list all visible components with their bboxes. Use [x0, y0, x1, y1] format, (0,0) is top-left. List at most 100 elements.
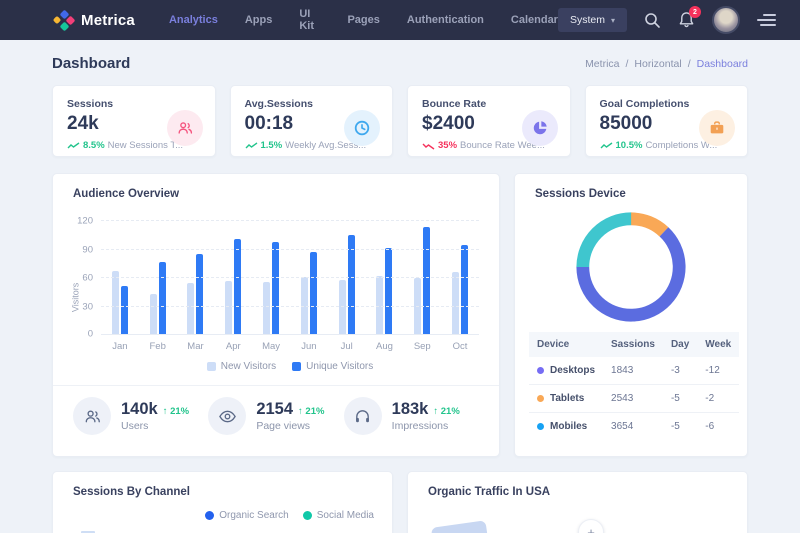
bar-group-feb	[139, 262, 177, 334]
bar-group-jul	[328, 235, 366, 334]
trend-up-icon	[600, 142, 613, 150]
stat-card-bounce-rate: Bounce Rate $2400 35% Bounce Rate Wee...	[407, 85, 571, 157]
bar-new-visitors	[339, 280, 346, 334]
chevron-down-icon: ▾	[611, 16, 615, 25]
device-week: -2	[697, 385, 739, 413]
bar-new-visitors	[263, 282, 270, 334]
table-row: Desktops 1843 -3 -12	[529, 357, 739, 385]
legend-new-visitors[interactable]: New Visitors	[207, 361, 276, 372]
brand-logo[interactable]: Metrica	[54, 10, 135, 30]
legend-unique-visitors[interactable]: Unique Visitors	[292, 361, 373, 372]
y-axis-tick: 30	[82, 301, 93, 312]
nav-item-analytics[interactable]: Analytics	[169, 14, 218, 26]
menu-toggle-button[interactable]	[757, 14, 776, 26]
device-day: -3	[663, 357, 697, 385]
breadcrumb-metrica[interactable]: Metrica	[585, 58, 619, 70]
device-week: -12	[697, 357, 739, 385]
usa-map-fragment	[431, 520, 488, 533]
stat-page-views: 2154↑ 21% Page views	[208, 397, 343, 435]
x-axis-tick: May	[252, 341, 290, 352]
desktops-dot-icon	[537, 367, 544, 374]
bar-unique-visitors	[121, 286, 128, 334]
pie-chart-icon	[522, 110, 558, 146]
user-avatar[interactable]	[712, 6, 740, 34]
x-axis-tick: Oct	[441, 341, 479, 352]
legend-label: Social Media	[317, 510, 374, 521]
map-zoom-in-button[interactable]: +	[578, 519, 604, 533]
legend-swatch-icon	[292, 362, 301, 371]
stat-card-goal-completions: Goal Completions 85000 10.5% Completions…	[585, 85, 749, 157]
y-axis-tick: 90	[82, 244, 93, 255]
legend-social-media[interactable]: Social Media	[303, 510, 374, 521]
stat-users: 140k↑ 21% Users	[73, 397, 208, 435]
table-row: Tablets 2543 -5 -2	[529, 385, 739, 413]
breadcrumb-separator: /	[626, 58, 629, 70]
trend-percent: 10.5%	[616, 140, 643, 151]
trend-down-icon	[422, 142, 435, 150]
trend-text: New Sessions T...	[108, 140, 183, 151]
trend-percent: 8.5%	[83, 140, 105, 151]
device-week: -6	[697, 413, 739, 441]
stat-impressions: 183k↑ 21% Impressions	[344, 397, 479, 435]
search-button[interactable]	[644, 12, 661, 29]
system-dropdown[interactable]: System ▾	[558, 8, 627, 32]
legend-dot-icon	[205, 511, 214, 520]
device-name: Desktops	[550, 365, 595, 376]
audience-overview-card: Audience Overview Visitors 1209060300 Ja…	[52, 173, 500, 457]
nav-item-authentication[interactable]: Authentication	[407, 14, 484, 26]
stat-title: Sessions	[67, 98, 201, 110]
page-content: Sessions 24k 8.5% New Sessions T... Avg.…	[0, 85, 800, 533]
metrica-logo-icon	[54, 10, 74, 30]
x-axis-tick: Jun	[290, 341, 328, 352]
audience-bar-chart: Visitors 1209060300 JanFebMarAprMayJunJu…	[101, 220, 479, 372]
stat-card-avg-sessions: Avg.Sessions 00:18 1.5% Weekly Avg.Sess.…	[230, 85, 394, 157]
nav-item-pages[interactable]: Pages	[347, 14, 379, 26]
bar-group-jun	[290, 252, 328, 334]
breadcrumb-separator: /	[688, 58, 691, 70]
nav-item-ui-kit[interactable]: UI Kit	[299, 8, 320, 32]
eye-icon	[208, 397, 246, 435]
col-device: Device	[529, 332, 603, 357]
bar-new-visitors	[452, 272, 459, 334]
breadcrumb-horizontal[interactable]: Horizontal	[634, 58, 681, 70]
bar-new-visitors	[225, 281, 232, 334]
legend-organic-search[interactable]: Organic Search	[205, 510, 288, 521]
headset-icon	[344, 397, 382, 435]
clock-icon	[344, 110, 380, 146]
bar-unique-visitors	[385, 248, 392, 334]
bar-group-mar	[177, 254, 215, 335]
bar-unique-visitors	[423, 227, 430, 334]
y-axis-tick: 0	[88, 329, 93, 340]
bar-unique-visitors	[272, 242, 279, 334]
breadcrumb-dashboard: Dashboard	[697, 58, 748, 70]
device-day: -5	[663, 385, 697, 413]
stat-delta: ↑ 21%	[298, 406, 324, 417]
nav-item-calendar[interactable]: Calendar	[511, 14, 558, 26]
col-sessions: Sassions	[603, 332, 663, 357]
x-axis-tick: Aug	[366, 341, 404, 352]
briefcase-icon	[699, 110, 735, 146]
nav-item-apps[interactable]: Apps	[245, 14, 273, 26]
search-icon	[644, 12, 661, 29]
stat-delta: ↑ 21%	[163, 406, 189, 417]
y-axis-tick: 60	[82, 273, 93, 284]
notification-badge: 2	[689, 6, 701, 18]
x-axis-tick: Jan	[101, 341, 139, 352]
stat-value: 140k	[121, 400, 158, 419]
table-row: Mobiles 3654 -5 -6	[529, 413, 739, 441]
donut-segment-desktops	[572, 208, 690, 326]
legend-label: New Visitors	[221, 361, 276, 372]
notifications-button[interactable]: 2	[678, 11, 695, 29]
device-day: -5	[663, 413, 697, 441]
bar-group-may	[252, 242, 290, 334]
device-name: Mobiles	[550, 421, 587, 432]
sessions-by-channel-card: Sessions By Channel Organic Search Socia…	[52, 471, 393, 533]
x-axis-tick: Sep	[403, 341, 441, 352]
brand-name: Metrica	[81, 12, 135, 29]
hamburger-icon	[763, 14, 776, 16]
legend-swatch-icon	[207, 362, 216, 371]
breadcrumb: Metrica / Horizontal / Dashboard	[585, 58, 748, 70]
bar-unique-visitors	[196, 254, 203, 335]
device-sessions: 3654	[603, 413, 663, 441]
mobiles-dot-icon	[537, 423, 544, 430]
